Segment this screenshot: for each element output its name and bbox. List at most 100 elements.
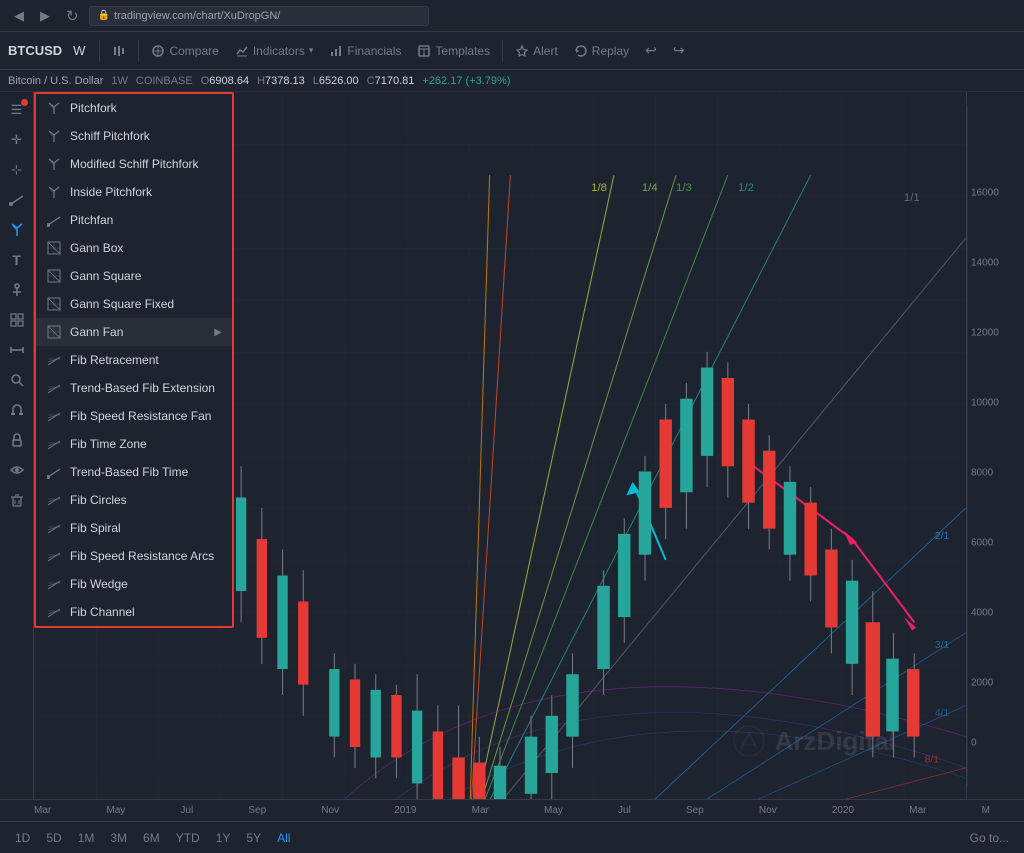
lock-tool-button[interactable]	[3, 426, 31, 454]
separator	[502, 40, 503, 62]
menu-item-label: Gann Square	[70, 269, 141, 283]
menu-item-fib-ret[interactable]: Fib Retracement	[36, 346, 232, 374]
menu-item-trend-fib-time[interactable]: Trend-Based Fib Time	[36, 458, 232, 486]
time-label: Nov	[321, 805, 339, 816]
eye-tool-button[interactable]	[3, 456, 31, 484]
svg-text:2/1: 2/1	[935, 531, 950, 542]
menu-item-schiff[interactable]: Schiff Pitchfork	[36, 122, 232, 150]
timeframe-btn-1y[interactable]: 1Y	[209, 828, 238, 848]
refresh-button[interactable]: ↻	[60, 3, 85, 29]
svg-text:2000: 2000	[971, 678, 994, 689]
lock-icon: 🔒	[98, 10, 110, 21]
menu-item-fib-wedge[interactable]: Fib Wedge	[36, 570, 232, 598]
anchored-tool-button[interactable]	[3, 276, 31, 304]
svg-text:4000: 4000	[971, 608, 994, 619]
menu-item-fib-ext[interactable]: Trend-Based Fib Extension	[36, 374, 232, 402]
gann-square-icon	[46, 268, 62, 284]
url-bar[interactable]: 🔒 tradingview.com/chart/XuDropGN/	[89, 6, 429, 26]
timeframe-btn-6m[interactable]: 6M	[136, 828, 167, 848]
time-label: May	[544, 805, 563, 816]
symbol-label[interactable]: BTCUSD	[8, 43, 62, 58]
alert-button[interactable]: Alert	[508, 40, 565, 62]
timeframe-btn-3m[interactable]: 3M	[103, 828, 134, 848]
draw-line-button[interactable]	[3, 186, 31, 214]
timeframe-btn-5d[interactable]: 5D	[39, 828, 68, 848]
compare-button[interactable]: Compare	[144, 40, 225, 62]
pair-label: Bitcoin / U.S. Dollar	[8, 75, 103, 87]
menu-item-fib-spiral[interactable]: Fib Spiral	[36, 514, 232, 542]
timeframe-btn-ytd[interactable]: YTD	[169, 828, 207, 848]
gann-square-fixed-icon	[46, 296, 62, 312]
gann-fan-icon	[46, 324, 62, 340]
menu-item-label: Gann Square Fixed	[70, 297, 174, 311]
templates-button[interactable]: Templates	[410, 40, 497, 62]
fib-fan-icon	[46, 408, 62, 424]
pattern-tool-button[interactable]	[3, 306, 31, 334]
bar-type-button[interactable]	[105, 40, 133, 62]
svg-text:0: 0	[971, 738, 977, 749]
timeframe-btn-5y[interactable]: 5Y	[239, 828, 268, 848]
goto-button[interactable]: Go to...	[963, 828, 1016, 848]
back-button[interactable]: ◀	[8, 4, 30, 28]
menu-item-fib-channel[interactable]: Fib Channel	[36, 598, 232, 626]
menu-item-pitchfork[interactable]: Pitchfork	[36, 94, 232, 122]
timeframe-btn-1d[interactable]: 1D	[8, 828, 37, 848]
trash-tool-button[interactable]	[3, 486, 31, 514]
time-label: Sep	[248, 805, 266, 816]
menu-item-label: Trend-Based Fib Time	[70, 465, 188, 479]
forward-button[interactable]: ▶	[34, 4, 56, 28]
menu-item-fib-circles[interactable]: Fib Circles	[36, 486, 232, 514]
svg-text:1/8: 1/8	[591, 182, 607, 194]
menu-item-pitchfan[interactable]: Pitchfan	[36, 206, 232, 234]
menu-item-fib-time[interactable]: Fib Time Zone	[36, 430, 232, 458]
time-label: 2020	[832, 805, 854, 816]
zoom-tool-button[interactable]	[3, 366, 31, 394]
menu-item-gann-fan[interactable]: Gann Fan▶	[36, 318, 232, 346]
financials-button[interactable]: Financials	[322, 40, 408, 62]
menu-item-gann-square-fixed[interactable]: Gann Square Fixed	[36, 290, 232, 318]
timeframe-button[interactable]: W	[68, 41, 90, 60]
replay-button[interactable]: Replay	[567, 40, 636, 62]
time-axis: MarMayJulSepNov2019MarMayJulSepNov2020Ma…	[0, 799, 1024, 821]
fib-arcs-icon	[46, 548, 62, 564]
pitchfork-tool-button[interactable]	[3, 216, 31, 244]
measure-tool-button[interactable]	[3, 336, 31, 364]
separator	[138, 40, 139, 62]
text-tool-button[interactable]: T	[3, 246, 31, 274]
cursor-tool-button[interactable]: ✛	[3, 126, 31, 154]
menu-item-label: Fib Speed Resistance Fan	[70, 409, 211, 423]
svg-text:1/1: 1/1	[904, 192, 920, 204]
menu-item-fib-fan[interactable]: Fib Speed Resistance Fan	[36, 402, 232, 430]
fib-time-icon	[46, 436, 62, 452]
compare-label: Compare	[169, 44, 218, 58]
indicators-button[interactable]: Indicators ▾	[228, 40, 321, 62]
menu-item-inside-pitchfork[interactable]: Inside Pitchfork	[36, 178, 232, 206]
time-label: Jul	[618, 805, 631, 816]
menu-item-gann-square[interactable]: Gann Square	[36, 262, 232, 290]
main-toolbar: BTCUSD W Compare Indicators ▾ Financia	[0, 32, 1024, 70]
zoom-icon	[9, 372, 25, 388]
menu-button[interactable]: ☰	[3, 96, 31, 124]
timeframe-btn-1m[interactable]: 1M	[71, 828, 102, 848]
crosshair-tool-button[interactable]: ⊹	[3, 156, 31, 184]
menu-item-label: Modified Schiff Pitchfork	[70, 157, 199, 171]
undo-button[interactable]: ↩	[638, 38, 664, 63]
menu-item-label: Gann Box	[70, 241, 123, 255]
separator	[99, 40, 100, 62]
pitchfan-icon	[46, 212, 62, 228]
bottom-bar: 1D5D1M3M6MYTD1Y5YAll Go to...	[0, 821, 1024, 853]
timeframe-btn-all[interactable]: All	[270, 828, 297, 848]
indicators-chevron: ▾	[309, 45, 314, 56]
pitchfork-icon	[9, 222, 25, 238]
menu-item-fib-arcs[interactable]: Fib Speed Resistance Arcs	[36, 542, 232, 570]
menu-item-label: Gann Fan	[70, 325, 123, 339]
replay-label: Replay	[592, 44, 629, 58]
trash-icon	[9, 492, 25, 508]
magnet-tool-button[interactable]	[3, 396, 31, 424]
redo-button[interactable]: ↪	[666, 38, 692, 63]
menu-item-mod-schiff[interactable]: Modified Schiff Pitchfork	[36, 150, 232, 178]
menu-item-gann-box[interactable]: Gann Box	[36, 234, 232, 262]
fib-channel-icon	[46, 604, 62, 620]
left-toolbar: ☰ ✛ ⊹ T	[0, 92, 34, 799]
anchor-icon	[9, 282, 25, 298]
